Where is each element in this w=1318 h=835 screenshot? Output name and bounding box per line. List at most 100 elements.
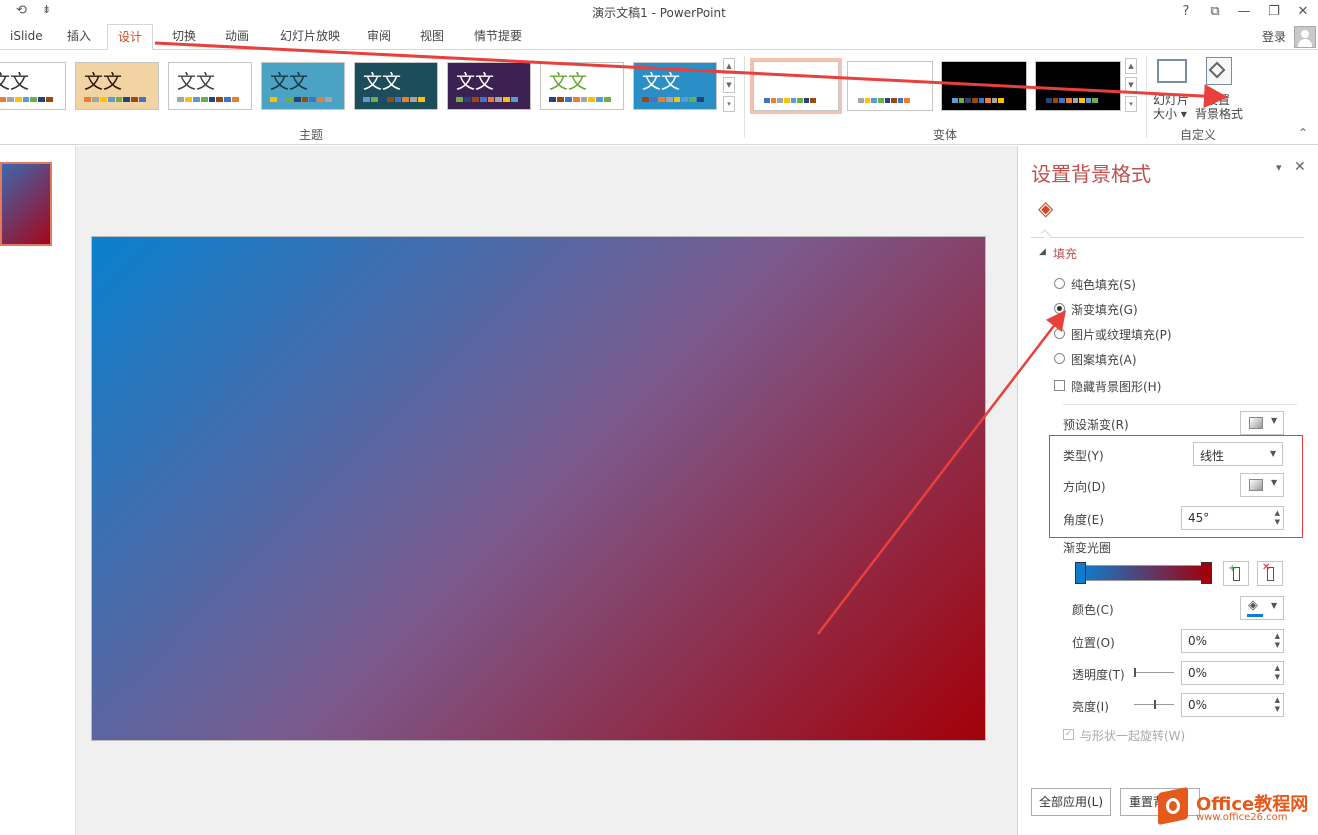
pane-close-icon[interactable]: ✕: [1294, 159, 1306, 175]
minimize-button[interactable]: —: [1234, 3, 1254, 21]
gradient-stop-handle[interactable]: [1075, 562, 1086, 584]
preset-gradient-dropdown[interactable]: ▼: [1240, 411, 1284, 435]
tab-review[interactable]: 审阅: [357, 24, 401, 50]
chevron-down-icon: ▼: [1271, 601, 1278, 610]
tab-islide[interactable]: iSlide: [0, 24, 53, 50]
fill-option-radio[interactable]: [1054, 353, 1065, 364]
type-label: 类型(Y): [1063, 449, 1104, 463]
theme-sample-text: 文文: [177, 71, 216, 93]
variant-scroll-up[interactable]: ▲: [1125, 58, 1137, 74]
fill-tab[interactable]: ◈: [1036, 196, 1060, 220]
theme-color-swatches: [0, 97, 53, 102]
chevron-down-icon: ▼: [1271, 478, 1278, 487]
group-label-themes: 主题: [299, 128, 324, 142]
theme-option[interactable]: 文文: [540, 62, 624, 110]
collapse-ribbon-icon[interactable]: ⌃: [1298, 126, 1308, 140]
remove-gradient-stop-button[interactable]: ✕: [1257, 561, 1283, 586]
variant-color-swatches: [858, 98, 910, 103]
spinner-arrows-icon[interactable]: ▲ ▼: [1275, 509, 1280, 527]
theme-option[interactable]: 文文: [354, 62, 438, 110]
tab-animations[interactable]: 动画: [215, 24, 259, 50]
brightness-input[interactable]: 0% ▲ ▼: [1181, 693, 1284, 717]
angle-input[interactable]: 45° ▲ ▼: [1181, 506, 1284, 530]
theme-more[interactable]: ▾: [723, 96, 735, 112]
slide-canvas[interactable]: [91, 236, 986, 741]
theme-option[interactable]: 文文: [168, 62, 252, 110]
slide-size-button[interactable]: 幻灯片 大小 ▾: [1153, 55, 1193, 121]
variant-option[interactable]: [941, 61, 1027, 111]
fill-option-label: 纯色填充(S): [1071, 278, 1136, 292]
theme-sample-text: 文文: [84, 71, 123, 93]
fill-option-radio[interactable]: [1054, 278, 1065, 289]
theme-option[interactable]: 文文: [447, 62, 531, 110]
rotate-with-shape-checkbox[interactable]: ✓: [1063, 729, 1074, 740]
angle-label: 角度(E): [1063, 513, 1104, 527]
transparency-slider[interactable]: [1134, 672, 1174, 673]
slide-thumbnail[interactable]: [0, 162, 52, 246]
tab-transitions[interactable]: 切换: [162, 24, 206, 50]
avatar[interactable]: [1294, 26, 1316, 48]
spinner-arrows-icon[interactable]: ▲ ▼: [1275, 664, 1280, 682]
window-title: 演示文稿1 - PowerPoint: [592, 6, 726, 20]
type-dropdown[interactable]: 线性 ▼: [1193, 442, 1283, 466]
theme-option[interactable]: 文文: [0, 62, 66, 110]
group-label-variants: 变体: [933, 128, 958, 142]
slider-thumb[interactable]: [1154, 700, 1156, 709]
variant-option[interactable]: [1035, 61, 1121, 111]
theme-sample-text: 文文: [270, 71, 309, 93]
direction-label: 方向(D): [1063, 480, 1106, 494]
fill-option-radio[interactable]: [1054, 303, 1065, 314]
direction-dropdown[interactable]: ▼: [1240, 473, 1284, 497]
add-gradient-stop-button[interactable]: +: [1223, 561, 1249, 586]
spinner-arrows-icon[interactable]: ▲ ▼: [1275, 632, 1280, 650]
fill-section-header[interactable]: 填充: [1053, 245, 1077, 262]
rotate-with-shape-label: 与形状一起旋转(W): [1080, 729, 1186, 743]
ribbon-display-button[interactable]: ⧉: [1205, 3, 1225, 21]
format-background-button[interactable]: 设置 背景格式: [1194, 55, 1246, 121]
theme-option[interactable]: 文文: [261, 62, 345, 110]
theme-color-swatches: [363, 97, 425, 102]
gradient-stops-label: 渐变光圈: [1063, 541, 1112, 555]
tab-view[interactable]: 视图: [410, 24, 454, 50]
tab-storyboard[interactable]: 情节提要: [464, 24, 532, 50]
paint-bucket-icon: ◈: [1038, 196, 1054, 220]
variant-option[interactable]: [750, 58, 842, 114]
gradient-stops-bar[interactable]: [1081, 565, 1209, 581]
hide-bg-graphics-checkbox[interactable]: [1054, 380, 1065, 391]
maximize-button[interactable]: ❐: [1264, 3, 1284, 21]
slider-thumb[interactable]: [1134, 668, 1136, 677]
theme-option[interactable]: 文文: [633, 62, 717, 110]
close-button[interactable]: ✕: [1293, 3, 1313, 21]
theme-scroll-up[interactable]: ▲: [723, 58, 735, 74]
office-logo-icon: [1156, 786, 1190, 826]
transparency-input[interactable]: 0% ▲ ▼: [1181, 661, 1284, 685]
tab-design[interactable]: 设计: [107, 24, 154, 50]
variant-scroll-down[interactable]: ▼: [1125, 77, 1137, 93]
variant-option[interactable]: [847, 61, 933, 111]
theme-scroll-down[interactable]: ▼: [723, 77, 735, 93]
preset-gradient-label: 预设渐变(R): [1063, 418, 1129, 432]
variant-color-swatches: [1046, 98, 1098, 103]
title-bar: ⟲ ⇟ 演示文稿1 - PowerPoint ? ⧉ — ❐ ✕: [0, 0, 1318, 24]
tab-insert[interactable]: 插入: [57, 24, 101, 50]
position-label: 位置(O): [1072, 636, 1115, 650]
spinner-arrows-icon[interactable]: ▲ ▼: [1275, 696, 1280, 714]
theme-option[interactable]: 文文: [75, 62, 159, 110]
gradient-stop-handle[interactable]: [1201, 562, 1212, 584]
theme-color-swatches: [642, 97, 704, 102]
apply-all-button[interactable]: 全部应用(L): [1031, 788, 1111, 816]
fill-option-label: 渐变填充(G): [1071, 303, 1138, 317]
thumbnail-pane: [0, 146, 76, 835]
login-link[interactable]: 登录: [1262, 28, 1286, 45]
help-button[interactable]: ?: [1176, 3, 1196, 21]
position-input[interactable]: 0% ▲ ▼: [1181, 629, 1284, 653]
group-divider: [1146, 56, 1147, 138]
tab-slideshow[interactable]: 幻灯片放映: [270, 24, 350, 50]
pane-options-icon[interactable]: ▾: [1276, 161, 1282, 174]
group-label-custom: 自定义: [1180, 128, 1217, 142]
theme-sample-text: 文文: [642, 71, 681, 93]
section-toggle-icon[interactable]: ◢: [1039, 247, 1046, 257]
fill-option-radio[interactable]: [1054, 328, 1065, 339]
color-picker-dropdown[interactable]: ◈ ▼: [1240, 596, 1284, 620]
variant-more[interactable]: ▾: [1125, 96, 1137, 112]
